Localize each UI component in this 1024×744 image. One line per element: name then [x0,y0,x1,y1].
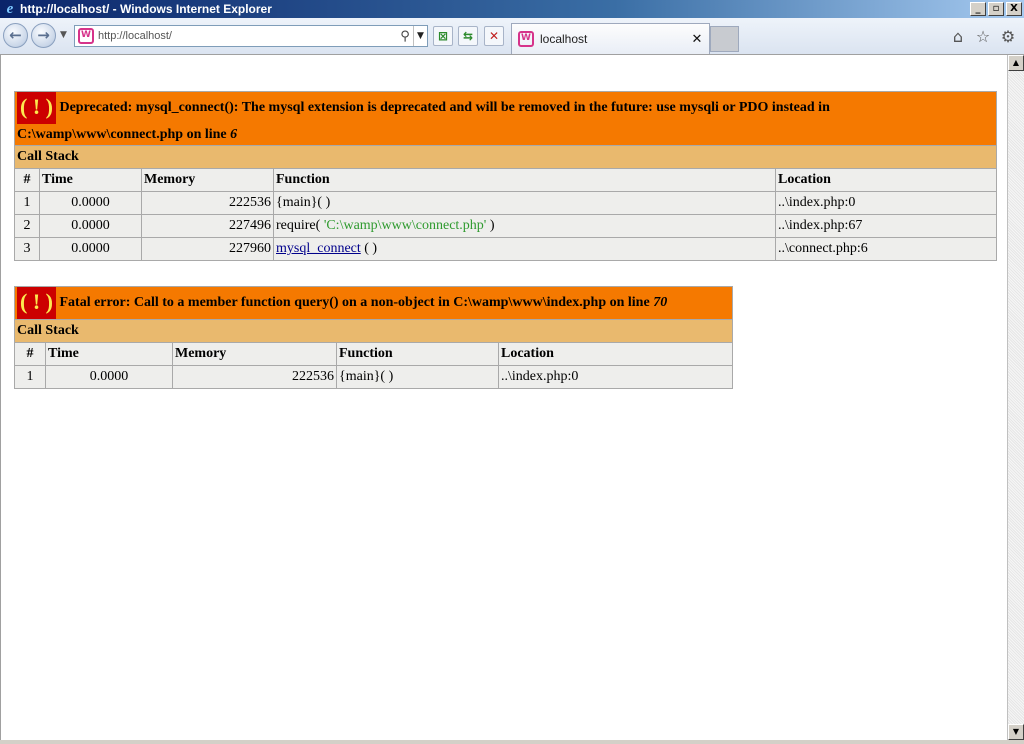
tools-icon: ⚙ [1000,27,1016,46]
address-bar[interactable]: W ⚲ ▼ [74,25,428,47]
window-title-bar[interactable]: e http://localhost/ - Windows Internet E… [0,0,1024,18]
new-tab-button[interactable] [710,26,739,52]
table-row: 1 0.0000 222536 {main}( ) ..\index.php:0 [14,365,733,389]
cell-location: ..\index.php:0 [498,365,733,389]
cell-time: 0.0000 [39,214,142,238]
restore-button[interactable]: ▫ [988,2,1004,16]
stop-button[interactable]: ✕ [484,26,504,46]
error-message: ( ! ) Deprecated: mysql_connect(): The m… [14,91,997,146]
call-stack-heading: Call Stack [14,319,733,343]
table-row: 3 0.0000 227960 mysql_connect ( ) ..\con… [14,237,997,261]
col-header-function: Function [273,168,776,192]
refresh-button[interactable]: ⇆ [458,26,478,46]
back-icon: ← [9,26,22,44]
favorites-icon: ☆ [975,27,991,46]
cell-function: {main}( ) [336,365,499,389]
error-line: 70 [653,295,668,311]
refresh-icon: ⇆ [462,29,474,43]
scroll-up-button[interactable]: ▲ [1008,55,1024,71]
home-icon: ⌂ [952,27,964,46]
tab-localhost[interactable]: W localhost ✕ [511,23,710,54]
col-header-memory: Memory [141,168,274,192]
page-content: ( ! ) Deprecated: mysql_connect(): The m… [0,55,1007,740]
status-bar [0,740,1024,744]
address-dropdown-icon[interactable]: ▼ [413,26,427,46]
browser-toolbar: ← → ▼ W ⚲ ▼ ⊠ ⇆ ✕ W localhost ✕ ⌂ ☆ ⚙ [0,18,1024,55]
vertical-scrollbar[interactable]: ▲ ▼ [1007,55,1024,740]
col-header-num: # [14,168,40,192]
mysql-connect-doc-link[interactable]: mysql_connect [276,241,361,256]
wamp-site-icon: W [78,28,94,44]
wamp-tab-icon: W [518,31,534,47]
compat-view-icon: ⊠ [437,29,449,43]
stop-icon: ✕ [488,29,500,43]
cell-num: 1 [14,191,40,215]
xdebug-error-table: ( ! ) Deprecated: mysql_connect(): The m… [14,91,997,261]
function-name: require( [276,218,324,233]
error-icon: ( ! ) [17,92,56,124]
error-text: Fatal error: Call to a member function q… [59,295,654,311]
scroll-down-button[interactable]: ▼ [1008,724,1024,740]
cell-location: ..\index.php:67 [775,214,997,238]
recent-pages-dropdown[interactable]: ▼ [60,30,67,40]
function-string-arg: 'C:\wamp\www\connect.php' [323,218,487,233]
cell-num: 2 [14,214,40,238]
close-tab-icon[interactable]: ✕ [689,32,705,47]
call-stack-heading: Call Stack [14,145,997,169]
table-row: 1 0.0000 222536 {main}( ) ..\index.php:0 [14,191,997,215]
cell-time: 0.0000 [39,237,142,261]
error-line: 6 [230,127,238,142]
forward-button[interactable]: → [31,23,56,48]
function-suffix: ( ) [360,241,378,256]
cell-time: 0.0000 [39,191,142,215]
col-header-location: Location [498,342,733,366]
tools-button[interactable]: ⚙ [998,27,1018,47]
cell-memory: 227496 [141,214,274,238]
tab-label: localhost [540,32,588,46]
favorites-button[interactable]: ☆ [973,27,993,47]
cell-function: {main}( ) [273,191,776,215]
search-icon[interactable]: ⚲ [397,29,413,44]
function-suffix: ) [486,218,495,233]
col-header-num: # [14,342,46,366]
error-text: Deprecated: mysql_connect(): The mysql e… [17,100,830,142]
home-button[interactable]: ⌂ [948,27,968,47]
window-title: http://localhost/ - Windows Internet Exp… [20,2,272,16]
cell-location: ..\connect.php:6 [775,237,997,261]
cell-function: require( 'C:\wamp\www\connect.php' ) [273,214,776,238]
table-row: 2 0.0000 227496 require( 'C:\wamp\www\co… [14,214,997,238]
error-message: ( ! ) Fatal error: Call to a member func… [14,286,733,320]
cell-function: mysql_connect ( ) [273,237,776,261]
xdebug-error-table: ( ! ) Fatal error: Call to a member func… [14,286,733,389]
cell-location: ..\index.php:0 [775,191,997,215]
col-header-time: Time [39,168,142,192]
cell-memory: 222536 [172,365,337,389]
close-window-button[interactable]: X [1006,2,1022,16]
cell-num: 1 [14,365,46,389]
col-header-location: Location [775,168,997,192]
col-header-function: Function [336,342,499,366]
col-header-time: Time [45,342,173,366]
error-icon: ( ! ) [17,287,56,319]
compatibility-view-button[interactable]: ⊠ [433,26,453,46]
forward-icon: → [37,26,50,44]
minimize-button[interactable]: _ [970,2,986,16]
cell-memory: 227960 [141,237,274,261]
col-header-memory: Memory [172,342,337,366]
back-button[interactable]: ← [3,23,28,48]
cell-memory: 222536 [141,191,274,215]
cell-num: 3 [14,237,40,261]
address-input[interactable] [98,27,397,45]
cell-time: 0.0000 [45,365,173,389]
ie-logo-icon: e [6,1,14,17]
